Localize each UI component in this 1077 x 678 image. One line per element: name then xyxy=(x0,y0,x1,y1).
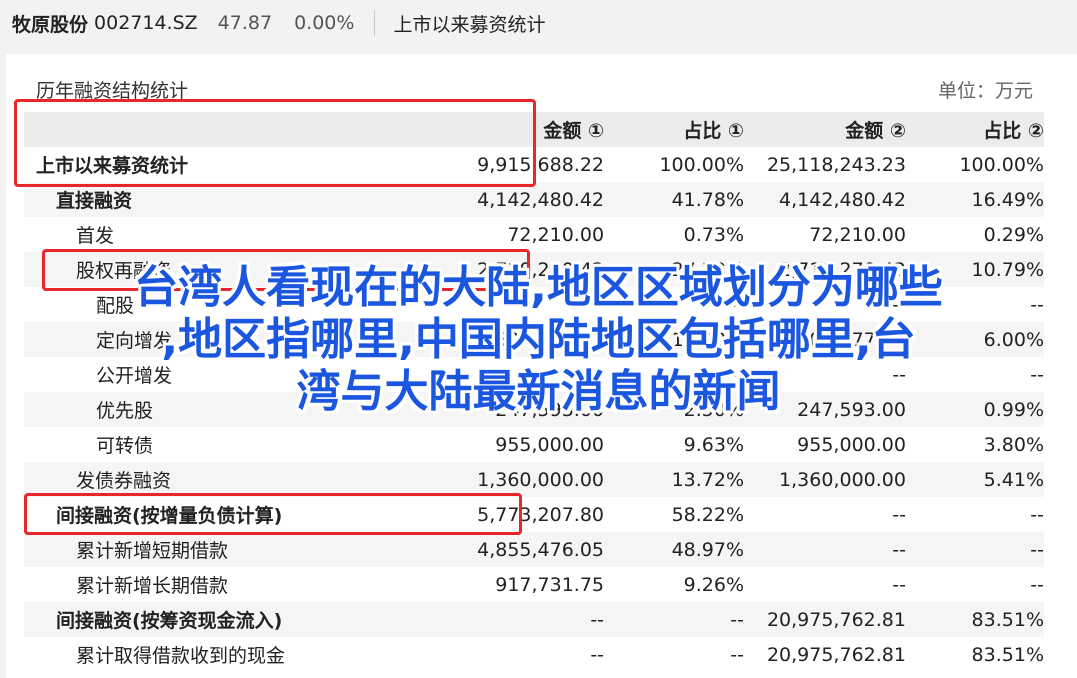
table-row[interactable]: 首发 72,210.00 0.73% 72,210.00 0.29% xyxy=(24,217,1044,252)
share-1: 13.72% xyxy=(671,468,745,491)
amount-1: 4,855,476.05 xyxy=(477,538,605,561)
share-2: 83.51% xyxy=(971,643,1044,666)
amount-1: 5,773,207.80 xyxy=(477,503,605,526)
share-2: -- xyxy=(1030,573,1044,596)
amount-1: -- xyxy=(590,643,605,666)
share-1: 9.63% xyxy=(683,433,745,456)
column-header-label xyxy=(24,112,285,147)
amount-2: -- xyxy=(892,503,906,526)
row-label: 间接融资(按增量负债计算) xyxy=(56,505,283,527)
amount-2: 955,000.00 xyxy=(797,433,906,456)
amount-2: 20,975,762.81 xyxy=(766,643,906,666)
table-row[interactable]: 累计取得借款收到的现金 -- -- 20,975,762.81 83.51% xyxy=(24,637,1044,672)
stock-price: 47.87 xyxy=(217,12,273,34)
stock-change: 0.00% xyxy=(294,12,355,34)
amount-2: 1,360,000.00 xyxy=(779,468,906,491)
amount-1: 72,210.00 xyxy=(507,223,605,246)
amount-2: 20,975,762.81 xyxy=(766,608,906,631)
share-1: 41.78% xyxy=(671,188,745,211)
share-2: -- xyxy=(1030,503,1044,526)
share-2: 0.29% xyxy=(983,223,1044,246)
share-1: 48.97% xyxy=(671,538,745,561)
share-1: -- xyxy=(730,643,745,666)
amount-2: -- xyxy=(892,573,906,596)
stock-name[interactable]: 牧原股份 xyxy=(12,10,88,37)
row-label: 上市以来募资统计 xyxy=(36,155,189,177)
divider xyxy=(374,10,376,36)
row-label: 发债券融资 xyxy=(76,470,172,492)
table-header-row: 金额 ① 占比 ① 金额 ② 占比 ② xyxy=(24,112,1044,147)
table-row[interactable]: 累计新增短期借款 4,855,476.05 48.97% -- -- xyxy=(24,532,1044,567)
amount-1: 917,731.75 xyxy=(495,573,605,596)
amount-2: 25,118,243.23 xyxy=(766,153,906,176)
amount-2: -- xyxy=(892,538,906,561)
column-header-share-2[interactable]: 占比 ② xyxy=(906,112,1044,147)
row-label: 可转债 xyxy=(96,435,154,457)
amount-1: 955,000.00 xyxy=(495,433,605,456)
column-header-share-1[interactable]: 占比 ① xyxy=(606,112,744,147)
table-row[interactable]: 发债券融资 1,360,000.00 13.72% 1,360,000.00 5.41% xyxy=(24,462,1044,497)
share-2: 100.00% xyxy=(959,153,1044,176)
amount-2: 72,210.00 xyxy=(809,223,906,246)
overlay-headline: 台湾人看现在的大陆,地区区域划分为哪些 ,地区指哪里,中国内陆地区包括哪里,台 … xyxy=(0,262,1077,418)
overlay-line-2: ,地区指哪里,中国内陆地区包括哪里,台 xyxy=(161,314,916,365)
share-1: 0.73% xyxy=(683,223,745,246)
share-1: -- xyxy=(730,608,745,631)
table-row[interactable]: 累计新增长期借款 917,731.75 9.26% -- -- xyxy=(24,567,1044,602)
table-row[interactable]: 上市以来募资统计 9,915,688.22 100.00% 25,118,243.23… xyxy=(24,147,1044,182)
page-title: 上市以来募资统计 xyxy=(393,13,546,36)
share-2: 83.51% xyxy=(971,608,1044,631)
share-1: 58.22% xyxy=(671,503,745,526)
row-label: 间接融资(按筹资现金流入) xyxy=(56,610,283,632)
amount-1: 1,360,000.00 xyxy=(477,468,605,491)
overlay-line-1: 台湾人看现在的大陆,地区区域划分为哪些 xyxy=(134,262,943,313)
column-header-amount-1[interactable]: 金额 ① xyxy=(285,112,606,147)
table-row[interactable]: 直接融资 4,142,480.42 41.78% 4,142,480.42 16.49% xyxy=(24,182,1044,217)
share-2: -- xyxy=(1030,538,1044,561)
column-header-amount-2[interactable]: 金额 ② xyxy=(744,112,906,147)
share-2: 16.49% xyxy=(971,188,1044,211)
amount-1: 4,142,480.42 xyxy=(477,188,605,211)
row-label: 累计取得借款收到的现金 xyxy=(76,645,286,667)
amount-2: 4,142,480.42 xyxy=(779,188,906,211)
top-bar: 牧原股份 002714.SZ 47.87 0.00% 上市以来募资统计 xyxy=(0,0,1077,46)
share-2: 5.41% xyxy=(983,468,1044,491)
stock-code: 002714.SZ xyxy=(94,12,198,34)
share-2: 3.80% xyxy=(983,433,1044,456)
table-row[interactable]: 可转债 955,000.00 9.63% 955,000.00 3.80% xyxy=(24,427,1044,462)
amount-1: 9,915,688.22 xyxy=(477,153,605,176)
share-1: 100.00% xyxy=(659,153,745,176)
row-label: 首发 xyxy=(76,225,115,247)
amount-1: -- xyxy=(590,608,605,631)
table-row[interactable]: 间接融资(按筹资现金流入) -- -- 20,975,762.81 83.51% xyxy=(24,602,1044,637)
panel-title: 历年融资结构统计 xyxy=(36,80,189,102)
overlay-line-3: 湾与大陆最新消息的新闻 xyxy=(296,366,781,417)
share-1: 9.26% xyxy=(683,573,745,596)
row-label: 直接融资 xyxy=(56,190,133,212)
unit-label: 单位：万元 xyxy=(937,80,1033,102)
row-label: 累计新增短期借款 xyxy=(76,540,229,562)
row-label: 累计新增长期借款 xyxy=(76,575,229,597)
table-row[interactable]: 间接融资(按增量负债计算) 5,773,207.80 58.22% -- -- xyxy=(24,497,1044,532)
